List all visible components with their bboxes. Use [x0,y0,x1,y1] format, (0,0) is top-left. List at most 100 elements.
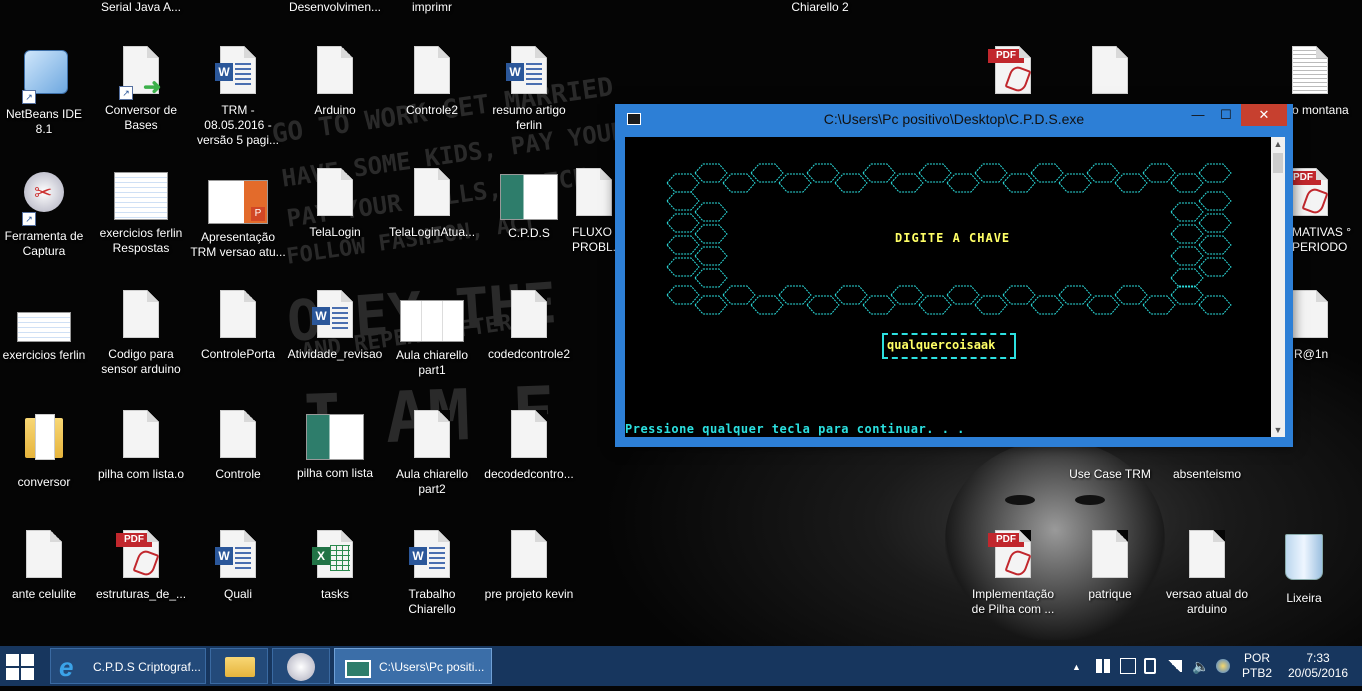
icon-label: tasks [320,587,349,601]
taskbar-button-snipping[interactable] [272,648,330,684]
file-icon [121,290,161,342]
desktop-icon-telaloginatua[interactable]: TelaLoginAtua... [384,168,480,240]
desktop-icon-aula-part2[interactable]: Aula chiarello part2 [384,410,480,497]
desktop-icon-aula-part1[interactable]: Aula chiarello part1 [384,290,480,378]
action-center-icon[interactable] [1096,659,1110,673]
icon-label: pre projeto kevin [484,587,574,601]
taskbar: e C.P.D.S Criptograf... C:\Users\Pc posi… [0,646,1362,686]
desktop-icon-controle2[interactable]: Controle2 [384,46,480,118]
taskbar-button-console[interactable]: C:\Users\Pc positi... [334,648,492,684]
hexagon-glyph [1142,163,1176,183]
icon-label: Aula chiarello part1 [395,348,469,377]
desktop-icon-file-top[interactable] [1062,46,1158,103]
desktop-icon-netbeans[interactable]: ↗ NetBeans IDE 8.1 [0,46,92,137]
volume-icon[interactable]: 🔈 [1192,646,1209,686]
desktop-icon-pilha-o[interactable]: pilha com lista.o [93,410,189,482]
desktop-icon-resumo-artigo[interactable]: W resumo artigo ferlin [481,46,577,133]
desktop-icon-quali[interactable]: W Quali [190,530,286,602]
taskbar-button-explorer[interactable] [210,648,268,684]
desktop-icon-arduino[interactable]: Arduino [287,46,383,118]
desktop-icon-trabalho-chiarello[interactable]: W Trabalho Chiarello [384,530,480,617]
desktop-label[interactable]: Chiarello 2 [772,0,868,15]
hexagon-glyph [1030,295,1064,315]
desktop-icon-exercicios-respostas[interactable]: exercicios ferlin Respostas [93,168,189,256]
minimize-button[interactable]: — [1183,104,1213,126]
app-window-icon [500,174,558,220]
desktop-icon-estruturas[interactable]: PDF estruturas_de_... [93,530,189,602]
excel-doc-icon: X [312,530,355,582]
clock[interactable]: 7:33 20/05/2016 [1282,651,1354,691]
hexagon-glyph [946,173,980,193]
desktop-label[interactable]: Desenvolvimen... [287,0,383,15]
desktop-icon-conversor-de-bases[interactable]: ➜ ↗ Conversor de Bases [93,46,189,133]
hexagon-glyph [694,224,728,244]
desktop-icon-lixeira[interactable]: Lixeira [1256,530,1352,606]
start-button[interactable] [6,654,36,680]
icon-label: decodedcontro... [484,467,574,481]
desktop-icon-exercicios-ferlin[interactable]: exercicios ferlin [0,290,92,363]
desktop-icon-apresentacao-trm[interactable]: P Apresentação TRM versao atu... [190,168,286,260]
console-icon [627,113,641,125]
show-hidden-icons-button[interactable]: ▲ [1072,646,1081,686]
desktop-icon-conversor[interactable]: conversor [0,410,92,490]
vertical-scrollbar[interactable]: ▲ ▼ [1271,137,1285,437]
desktop-icon-ante-celulite[interactable]: ante celulite [0,530,92,602]
file-icon [574,168,614,220]
icon-label: Aula chiarello part2 [395,467,469,496]
word-doc-icon: W [215,46,258,98]
document-thumbnail-icon [17,312,71,342]
clock-time: 7:33 [1306,651,1330,665]
icon-label: Trabalho Chiarello [408,587,456,616]
console-window[interactable]: C:\Users\Pc positivo\Desktop\C.P.D.S.exe… [615,104,1293,447]
desktop-icon-decodedcontrole[interactable]: decodedcontro... [481,410,577,482]
hexagon-glyph [974,163,1008,183]
scroll-thumb[interactable] [1273,153,1283,173]
desktop-icon-patrique[interactable]: patrique [1062,530,1158,602]
desktop-icon-cpds[interactable]: C.P.D.S [481,168,577,241]
desktop-icon-ferramenta-captura[interactable]: ✂ ↗ Ferramenta de Captura [0,168,92,259]
desktop-icon-tasks[interactable]: X tasks [287,530,383,602]
hexagon-glyph [1198,295,1232,315]
taskbar-button-ie[interactable]: e C.P.D.S Criptograf... [50,648,206,684]
desktop-icon-telalogin[interactable]: TelaLogin [287,168,383,240]
icon-label: absenteismo [1172,467,1242,481]
desktop-label[interactable]: imprimr [384,0,480,15]
document-thumbnail-icon [114,172,168,220]
taskbar-button-label: C:\Users\Pc positi... [379,660,485,674]
prompt-text: DIGITE A CHAVE [895,231,1011,245]
desktop-icon-pdf-top[interactable]: PDF [965,46,1061,103]
desktop-icon-controleporta[interactable]: ControlePorta [190,290,286,362]
desktop-icon-implementacao-pilha[interactable]: PDF Implementação de Pilha com ... [965,530,1061,617]
desktop-icon-codigo-sensor[interactable]: Codigo para sensor arduino [93,290,189,377]
desktop-label[interactable]: Serial Java A... [93,0,189,15]
console-output[interactable]: DIGITE A CHAVE qualquercoisaak Pressione… [625,137,1271,437]
windows-logo-icon [21,668,34,680]
flag-icon[interactable] [1120,658,1136,674]
icon-label: FLUXO PROBL... [572,225,616,254]
close-button[interactable]: ✕ [1241,104,1287,126]
explorer-icon [225,657,255,677]
hexagon-glyph [1170,246,1204,266]
battery-icon[interactable] [1144,658,1156,674]
network-icon[interactable] [1166,660,1182,672]
language-indicator[interactable]: POR PTB2 [1240,651,1274,691]
hexagon-glyph [694,295,728,315]
desktop-icon-pre-projeto[interactable]: pre projeto kevin [481,530,577,602]
maximize-button[interactable]: ☐ [1211,104,1241,126]
icon-label: Ferramenta de Captura [4,229,84,258]
globe-icon[interactable] [1216,659,1230,673]
icon-label: Arduino [314,103,356,117]
icon-label: codedcontrole2 [487,347,571,361]
desktop-icon-versao-arduino[interactable]: versao atual do arduino [1159,530,1255,617]
file-icon [509,290,549,342]
desktop-icon-pilha-exe[interactable]: pilha com lista [287,410,383,481]
desktop-icon-trm[interactable]: W TRM - 08.05.2016 - versão 5 pagi... [190,46,286,148]
icon-label: Chiarello 2 [791,0,849,14]
scroll-down-icon[interactable]: ▼ [1271,423,1285,437]
desktop-icon-atividade-revisao[interactable]: W Atividade_revisao [287,290,383,362]
desktop-icon-controle[interactable]: Controle [190,410,286,482]
window-titlebar[interactable]: C:\Users\Pc positivo\Desktop\C.P.D.S.exe… [615,104,1293,134]
desktop-icon-codedcontrole2[interactable]: codedcontrole2 [481,290,577,362]
scroll-up-icon[interactable]: ▲ [1271,137,1285,151]
desktop-icon-fluxo[interactable]: FLUXO PROBL... [572,168,616,255]
